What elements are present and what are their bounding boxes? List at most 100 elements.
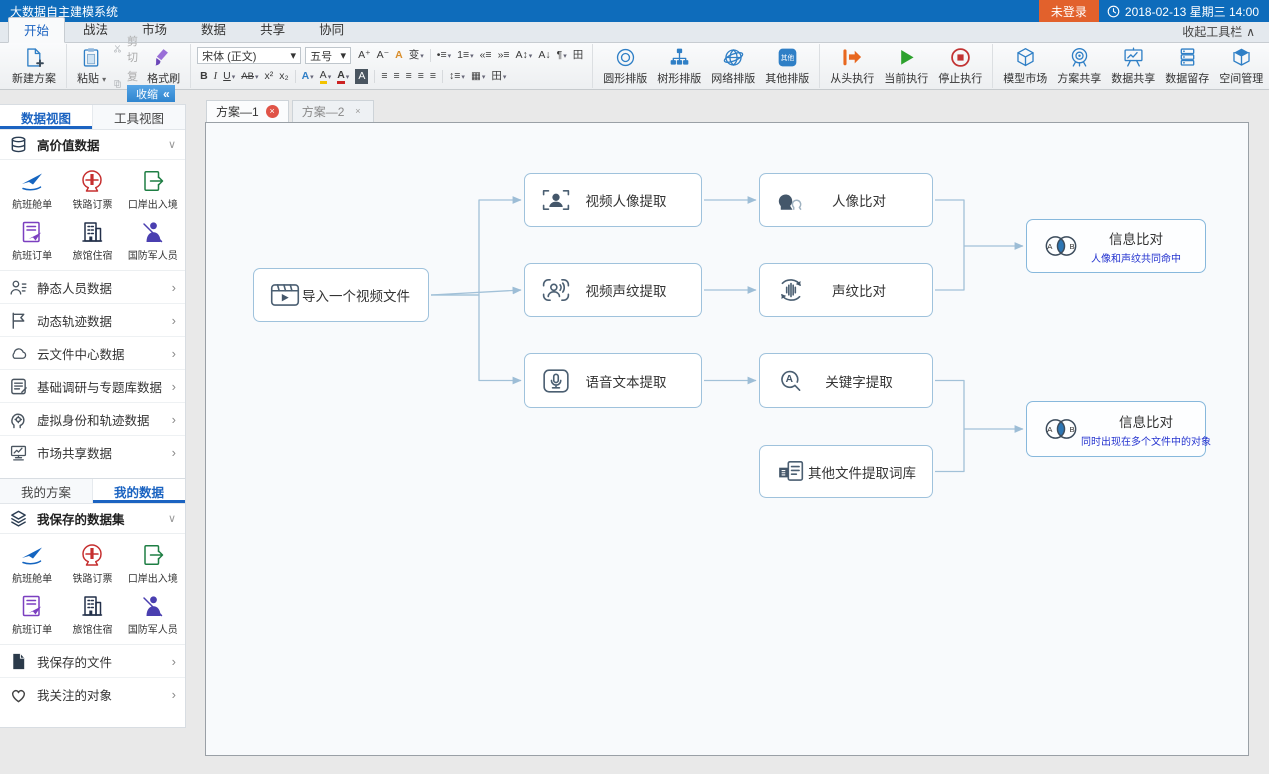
collapse-toolbar-button[interactable]: 收起工具栏 ∧ [1168,23,1269,42]
sidebar-tab-my-data[interactable]: 我的数据 [93,479,185,503]
borders-button[interactable]: 田▾ [489,68,508,85]
data-share-button[interactable]: 数据共享 [1106,45,1160,87]
shrink-font-button[interactable]: A⁻ [375,47,392,64]
model-market-button[interactable]: 模型市场 [998,45,1052,87]
sidebar-collapse-button[interactable]: 收缩 « [127,85,175,102]
change-case-button[interactable]: 变▾ [407,47,426,64]
space-manage-button[interactable]: 空间管理 [1214,45,1268,87]
run-current-button[interactable]: 当前执行 [879,45,933,87]
node-video-face-extract[interactable]: 视频人像提取 [524,173,702,227]
node-other-file-wordlib[interactable]: 其他文件提取词库 [759,445,933,498]
stop-run-button[interactable]: 停止执行 [933,45,987,87]
superscript-button[interactable]: x² [262,68,275,85]
cut-button[interactable]: 剪切 [113,33,140,65]
ribbon-tab-data[interactable]: 数据 [185,16,242,42]
node-info-compare-1[interactable]: AB信息比对人像和声纹共同命中 [1026,219,1206,273]
circle-layout-button[interactable]: 圆形排版 [598,45,652,87]
data-retention-button[interactable]: 数据留存 [1160,45,1214,87]
node-info-compare-2[interactable]: AB信息比对同时出现在多个文件中的对象 [1026,401,1206,457]
dataset-flight-manifest[interactable]: 航班舱单 [2,163,62,214]
run-from-start-button[interactable]: 从头执行 [825,45,879,87]
char-scale-button[interactable]: A↕▾ [514,47,535,64]
canvas-tab-plan-2[interactable]: 方案—2× [292,100,375,122]
node-voiceprint-compare[interactable]: 声纹比对 [759,263,933,317]
my-item-my-followed-objects[interactable]: 我关注的对象› [0,678,185,711]
shading-button[interactable]: ▦▾ [469,68,487,85]
section-saved-datasets[interactable]: 我保存的数据集 ∨ [0,504,185,534]
dataset-flight-manifest[interactable]: 航班舱单 [2,537,62,588]
grow-font-button[interactable]: A⁺ [356,47,373,64]
table-grid-button[interactable]: 田 [571,47,586,64]
bullet-list-button[interactable]: •≡▾ [435,47,453,64]
node-keyword-extract[interactable]: A关键字提取 [759,353,933,408]
category-virtual-identity-data[interactable]: 虚拟身份和轨迹数据› [0,403,185,436]
underline-button[interactable]: U▾ [221,68,237,85]
dataset-flight-order[interactable]: 航班订单 [2,214,62,265]
virtual-head-icon [9,410,28,429]
dataset-border-entry-exit[interactable]: 口岸出入境 [123,163,183,214]
node-face-compare[interactable]: 人像比对 [759,173,933,227]
dataset-flight-order[interactable]: 航班订单 [2,588,62,639]
dataset-hotel-stay[interactable]: 旅馆住宿 [62,214,122,265]
line-spacing-button[interactable]: ↕≡▾ [447,68,467,85]
justify-button[interactable]: ≡ [416,68,426,85]
category-cloud-file-data[interactable]: 云文件中心数据› [0,337,185,370]
other-layout-button[interactable]: 其他其他排版 [760,45,814,87]
sidebar-tab-my-plans[interactable]: 我的方案 [0,479,93,503]
dataset-rail-ticket[interactable]: 铁路订票 [62,163,122,214]
node-speech-text-extract[interactable]: 语音文本提取 [524,353,702,408]
align-right-button[interactable]: ≡ [404,68,414,85]
tree-layout-button[interactable]: 树形排版 [652,45,706,87]
bold-button[interactable]: B [198,68,210,85]
strikethrough-button[interactable]: AB▾ [239,68,260,85]
sidebar-tab-tool-view[interactable]: 工具视图 [93,105,185,129]
category-static-person-data[interactable]: 静态人员数据› [0,271,185,304]
char-shading-button[interactable]: A [353,68,370,85]
decrease-indent-button[interactable]: «≡ [478,47,494,64]
clear-format-button[interactable]: A [393,47,405,64]
dataset-border-entry-exit[interactable]: 口岸出入境 [123,537,183,588]
ribbon-tab-start[interactable]: 开始 [8,17,65,43]
section-high-value-data[interactable]: 高价值数据 ∨ [0,130,185,160]
close-tab-icon[interactable]: × [266,105,279,118]
font-family-select[interactable]: 宋体 (正文) ▾ [197,47,301,64]
dataset-hotel-stay[interactable]: 旅馆住宿 [62,588,122,639]
ribbon-tab-collaborate[interactable]: 协同 [303,16,360,42]
plan-share-button[interactable]: 方案共享 [1052,45,1106,87]
align-center-button[interactable]: ≡ [391,68,401,85]
my-item-my-saved-files[interactable]: 我保存的文件› [0,645,185,678]
ribbon-tab-share[interactable]: 共享 [244,16,301,42]
network-layout-button[interactable]: 网络排版 [706,45,760,87]
canvas-tab-plan-1[interactable]: 方案—1× [206,100,289,122]
number-list-button[interactable]: 1≡▾ [455,47,475,64]
paste-button[interactable]: 粘贴 ▾ [72,45,111,87]
align-left-button[interactable]: ≡ [379,68,389,85]
login-status-badge[interactable]: 未登录 [1039,0,1099,22]
subscript-button[interactable]: x₂ [277,68,290,85]
sidebar-tab-data-view[interactable]: 数据视图 [0,105,93,129]
font-color-button[interactable]: A▾ [335,68,351,85]
format-painter-button[interactable]: 格式刷 [142,45,185,87]
dataset-label: 航班订单 [12,247,52,262]
show-marks-button[interactable]: ¶▾ [555,47,569,64]
category-market-shared-data[interactable]: 市场共享数据› [0,436,185,469]
node-video-voiceprint-extract[interactable]: 视频声纹提取 [524,263,702,317]
dataset-rail-ticket[interactable]: 铁路订票 [62,537,122,588]
increase-indent-button[interactable]: »≡ [496,47,512,64]
dataset-military-personnel[interactable]: 国防军人员 [123,214,183,265]
highlight-color-button[interactable]: A▾ [318,68,334,85]
close-tab-icon[interactable]: × [351,105,364,118]
flow-canvas[interactable]: 导入一个视频文件 视频人像提取视频声纹提取语音文本提取 人像比对声纹比对 A关键字提取… [205,122,1249,756]
font-size-select[interactable]: 五号 ▾ [305,47,351,64]
distribute-button[interactable]: ≡ [428,68,438,85]
dataset-military-personnel[interactable]: 国防军人员 [123,588,183,639]
text-effects-button[interactable]: A▾ [300,68,316,85]
category-survey-thematic-data[interactable]: 基础调研与专题库数据› [0,370,185,403]
italic-button[interactable]: I [212,68,220,85]
order-doc-icon [19,219,45,245]
chevron-right-icon: › [172,654,176,669]
sort-button[interactable]: A↓ [536,47,552,64]
category-dynamic-track-data[interactable]: 动态轨迹数据› [0,304,185,337]
node-import-video[interactable]: 导入一个视频文件 [253,268,429,322]
new-plan-button[interactable]: 新建方案 [7,45,61,87]
